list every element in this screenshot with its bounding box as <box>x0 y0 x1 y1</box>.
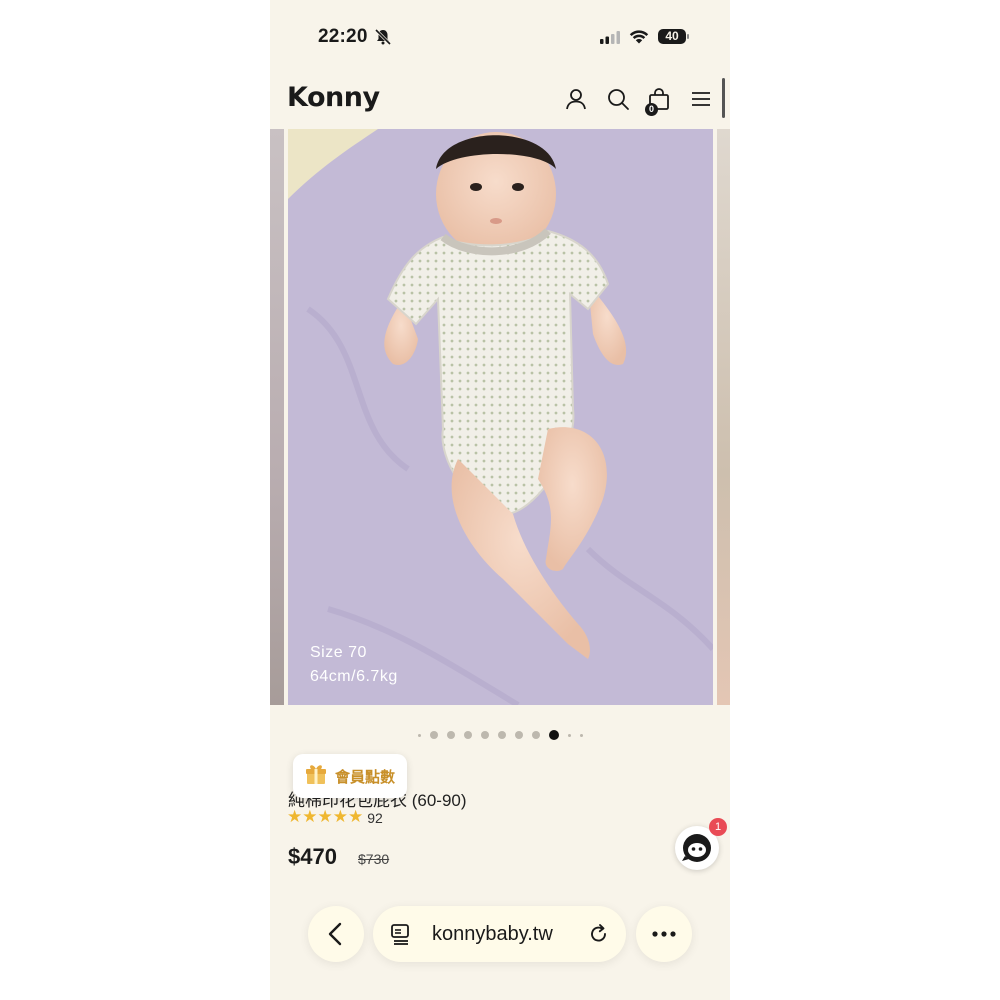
carousel-dot[interactable] <box>579 733 583 737</box>
model-measurements: 64cm/6.7kg <box>310 668 398 685</box>
battery-indicator: 40 <box>658 29 686 44</box>
member-points-label: 會員點數 <box>335 768 396 786</box>
cart-count-badge: 0 <box>645 103 658 116</box>
chat-notification-badge: 1 <box>709 818 727 836</box>
star-icon: ★ <box>287 807 303 826</box>
baby-photo-illustration <box>288 129 713 705</box>
model-size-caption: Size 70 64cm/6.7kg <box>310 641 398 689</box>
star-icon: ★ <box>317 807 333 826</box>
model-size: Size 70 <box>310 644 367 661</box>
previous-slide-peek[interactable] <box>270 129 284 705</box>
product-image[interactable]: Size 70 64cm/6.7kg <box>288 129 713 705</box>
cellular-signal-icon <box>600 31 622 49</box>
carousel-dot[interactable] <box>531 731 540 739</box>
sale-price: $470 <box>288 844 337 869</box>
carousel-dot[interactable] <box>463 731 472 739</box>
carousel-dot[interactable] <box>514 731 523 739</box>
product-rating[interactable]: ★★★★★ 92 <box>287 808 383 827</box>
hamburger-menu-icon[interactable] <box>688 86 714 112</box>
wifi-icon <box>628 28 650 50</box>
scroll-indicator <box>722 78 725 118</box>
account-icon[interactable] <box>563 86 589 112</box>
carousel-dot[interactable] <box>497 731 506 739</box>
product-image-carousel[interactable]: Size 70 64cm/6.7kg <box>270 129 730 705</box>
tab-overview-icon[interactable] <box>389 922 413 946</box>
battery-tip <box>687 34 689 39</box>
brand-logo[interactable]: Konny <box>287 82 380 113</box>
next-slide-peek[interactable] <box>717 129 730 705</box>
carousel-dot[interactable] <box>567 733 571 737</box>
star-icon: ★ <box>348 807 364 826</box>
more-options-button[interactable] <box>636 906 692 962</box>
member-points-button[interactable]: 會員點數 <box>293 754 408 798</box>
address-bar[interactable]: konnybaby.tw <box>373 906 626 962</box>
ellipsis-icon <box>652 931 676 937</box>
star-icon: ★ <box>332 807 348 826</box>
chevron-left-icon <box>328 922 342 946</box>
carousel-pagination <box>270 728 730 742</box>
browser-back-button[interactable] <box>308 906 364 962</box>
carousel-dot[interactable] <box>446 731 455 739</box>
silent-bell-icon <box>374 28 392 51</box>
gift-icon <box>303 761 329 792</box>
search-icon[interactable] <box>605 86 631 112</box>
rating-stars: ★★★★★ <box>287 808 363 827</box>
carousel-dot[interactable] <box>480 731 489 739</box>
status-time: 22:20 <box>318 26 368 47</box>
star-icon: ★ <box>302 807 318 826</box>
phone-screen: 22:20 40 Konny 0 Size 70 64cm/6.7kg 會員點數… <box>270 0 730 1000</box>
url-text[interactable]: konnybaby.tw <box>432 923 553 946</box>
review-count: 92 <box>367 809 383 826</box>
carousel-dot[interactable] <box>429 731 438 739</box>
carousel-dot[interactable] <box>548 730 559 740</box>
original-price: $730 <box>358 851 390 867</box>
carousel-dot[interactable] <box>417 733 421 737</box>
reload-icon[interactable] <box>587 922 611 946</box>
